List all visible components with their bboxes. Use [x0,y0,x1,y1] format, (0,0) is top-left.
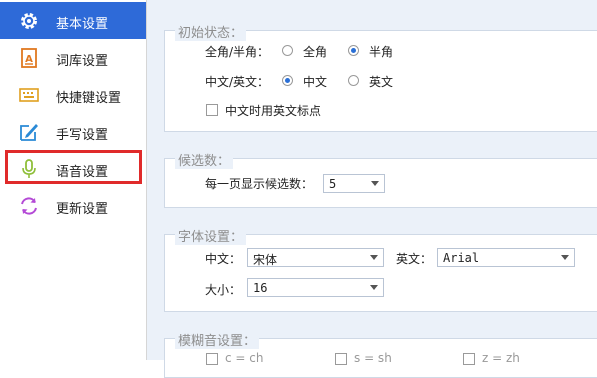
language-mode-label: 中文/英文： [205,75,270,89]
chevron-down-icon [561,255,569,260]
font-size-select[interactable]: 16 [247,278,384,297]
initial-state-group: 初始状态： 全角/半角： 全角 半角 中文/英文： 中文 英文 中文时用英文标点 [164,22,597,132]
group-title: 字体设置： [175,226,247,245]
chinese-font-label: 中文： [205,252,242,266]
chinese-radio[interactable] [282,75,293,86]
english-font-label: 英文： [396,252,433,266]
sidebar-item-label: 词库设置 [56,54,109,69]
refresh-icon [21,197,37,215]
fuzzy-option-checkbox[interactable] [206,353,218,365]
keyboard-icon [19,88,39,102]
sidebar-item-hotkey-settings[interactable]: 快捷键设置 [0,76,146,113]
fuzzy-option-checkbox[interactable] [463,353,475,365]
fuzzy-option-checkbox[interactable] [335,353,347,365]
candidates-group: 候选数： 每一页显示候选数： 5 [164,150,597,208]
sidebar-item-label: 手写设置 [56,128,109,143]
font-settings-group: 字体设置： 中文： 宋体 英文： Arial 大小： 16 [164,226,597,312]
half-width-label[interactable]: 半角 [369,43,393,60]
chevron-down-icon [370,255,378,260]
english-punctuation-checkbox[interactable] [206,104,218,116]
pen-icon [20,124,38,141]
font-size-label: 大小： [205,283,242,297]
english-font-select[interactable]: Arial [437,248,575,267]
fuzzy-option-label[interactable]: z = zh [482,351,520,365]
sidebar-item-handwriting-settings[interactable]: 手写设置 [0,113,146,150]
fuzzy-option-label[interactable]: s = sh [354,351,392,365]
select-value: 16 [253,281,268,295]
group-title: 初始状态： [175,22,247,41]
highlight-annotation-box [5,150,142,184]
sidebar-item-update-settings[interactable]: 更新设置 [0,187,146,224]
candidates-per-page-select[interactable]: 5 [323,174,385,193]
sidebar-item-basic-settings[interactable]: 基本设置 [0,2,146,39]
fuzzy-pinyin-group: 模糊音设置： c = ch s = sh z = zh [164,330,597,378]
english-radio[interactable] [348,75,359,86]
chinese-label[interactable]: 中文 [303,73,327,90]
dictionary-icon: A [21,48,37,68]
half-width-radio[interactable] [348,45,359,56]
chevron-down-icon [370,285,378,290]
select-value: Arial [443,251,480,265]
full-width-label[interactable]: 全角 [303,43,327,60]
settings-sidebar: 基本设置 A 词库设置 快捷键设置 手写设置 语音设置 更新设置 [0,0,146,360]
full-width-radio[interactable] [282,45,293,56]
sidebar-item-dictionary-settings[interactable]: A 词库设置 [0,39,146,76]
fuzzy-option-label[interactable]: c = ch [225,351,263,365]
sidebar-item-label: 更新设置 [56,202,109,217]
chinese-font-select[interactable]: 宋体 [247,248,384,267]
width-mode-label: 全角/半角： [205,45,270,59]
gear-icon [21,13,37,29]
select-value: 宋体 [253,253,278,267]
settings-panel: 初始状态： 全角/半角： 全角 半角 中文/英文： 中文 英文 中文时用英文标点… [147,0,597,378]
group-title: 模糊音设置： [175,330,260,349]
sidebar-item-label: 基本设置 [56,17,109,32]
english-label[interactable]: 英文 [369,73,393,90]
sidebar-item-label: 快捷键设置 [56,91,122,106]
english-punctuation-label[interactable]: 中文时用英文标点 [225,102,321,119]
group-title: 候选数： [175,150,234,169]
chevron-down-icon [371,181,379,186]
candidates-per-page-label: 每一页显示候选数： [205,177,314,191]
select-value: 5 [329,177,337,191]
